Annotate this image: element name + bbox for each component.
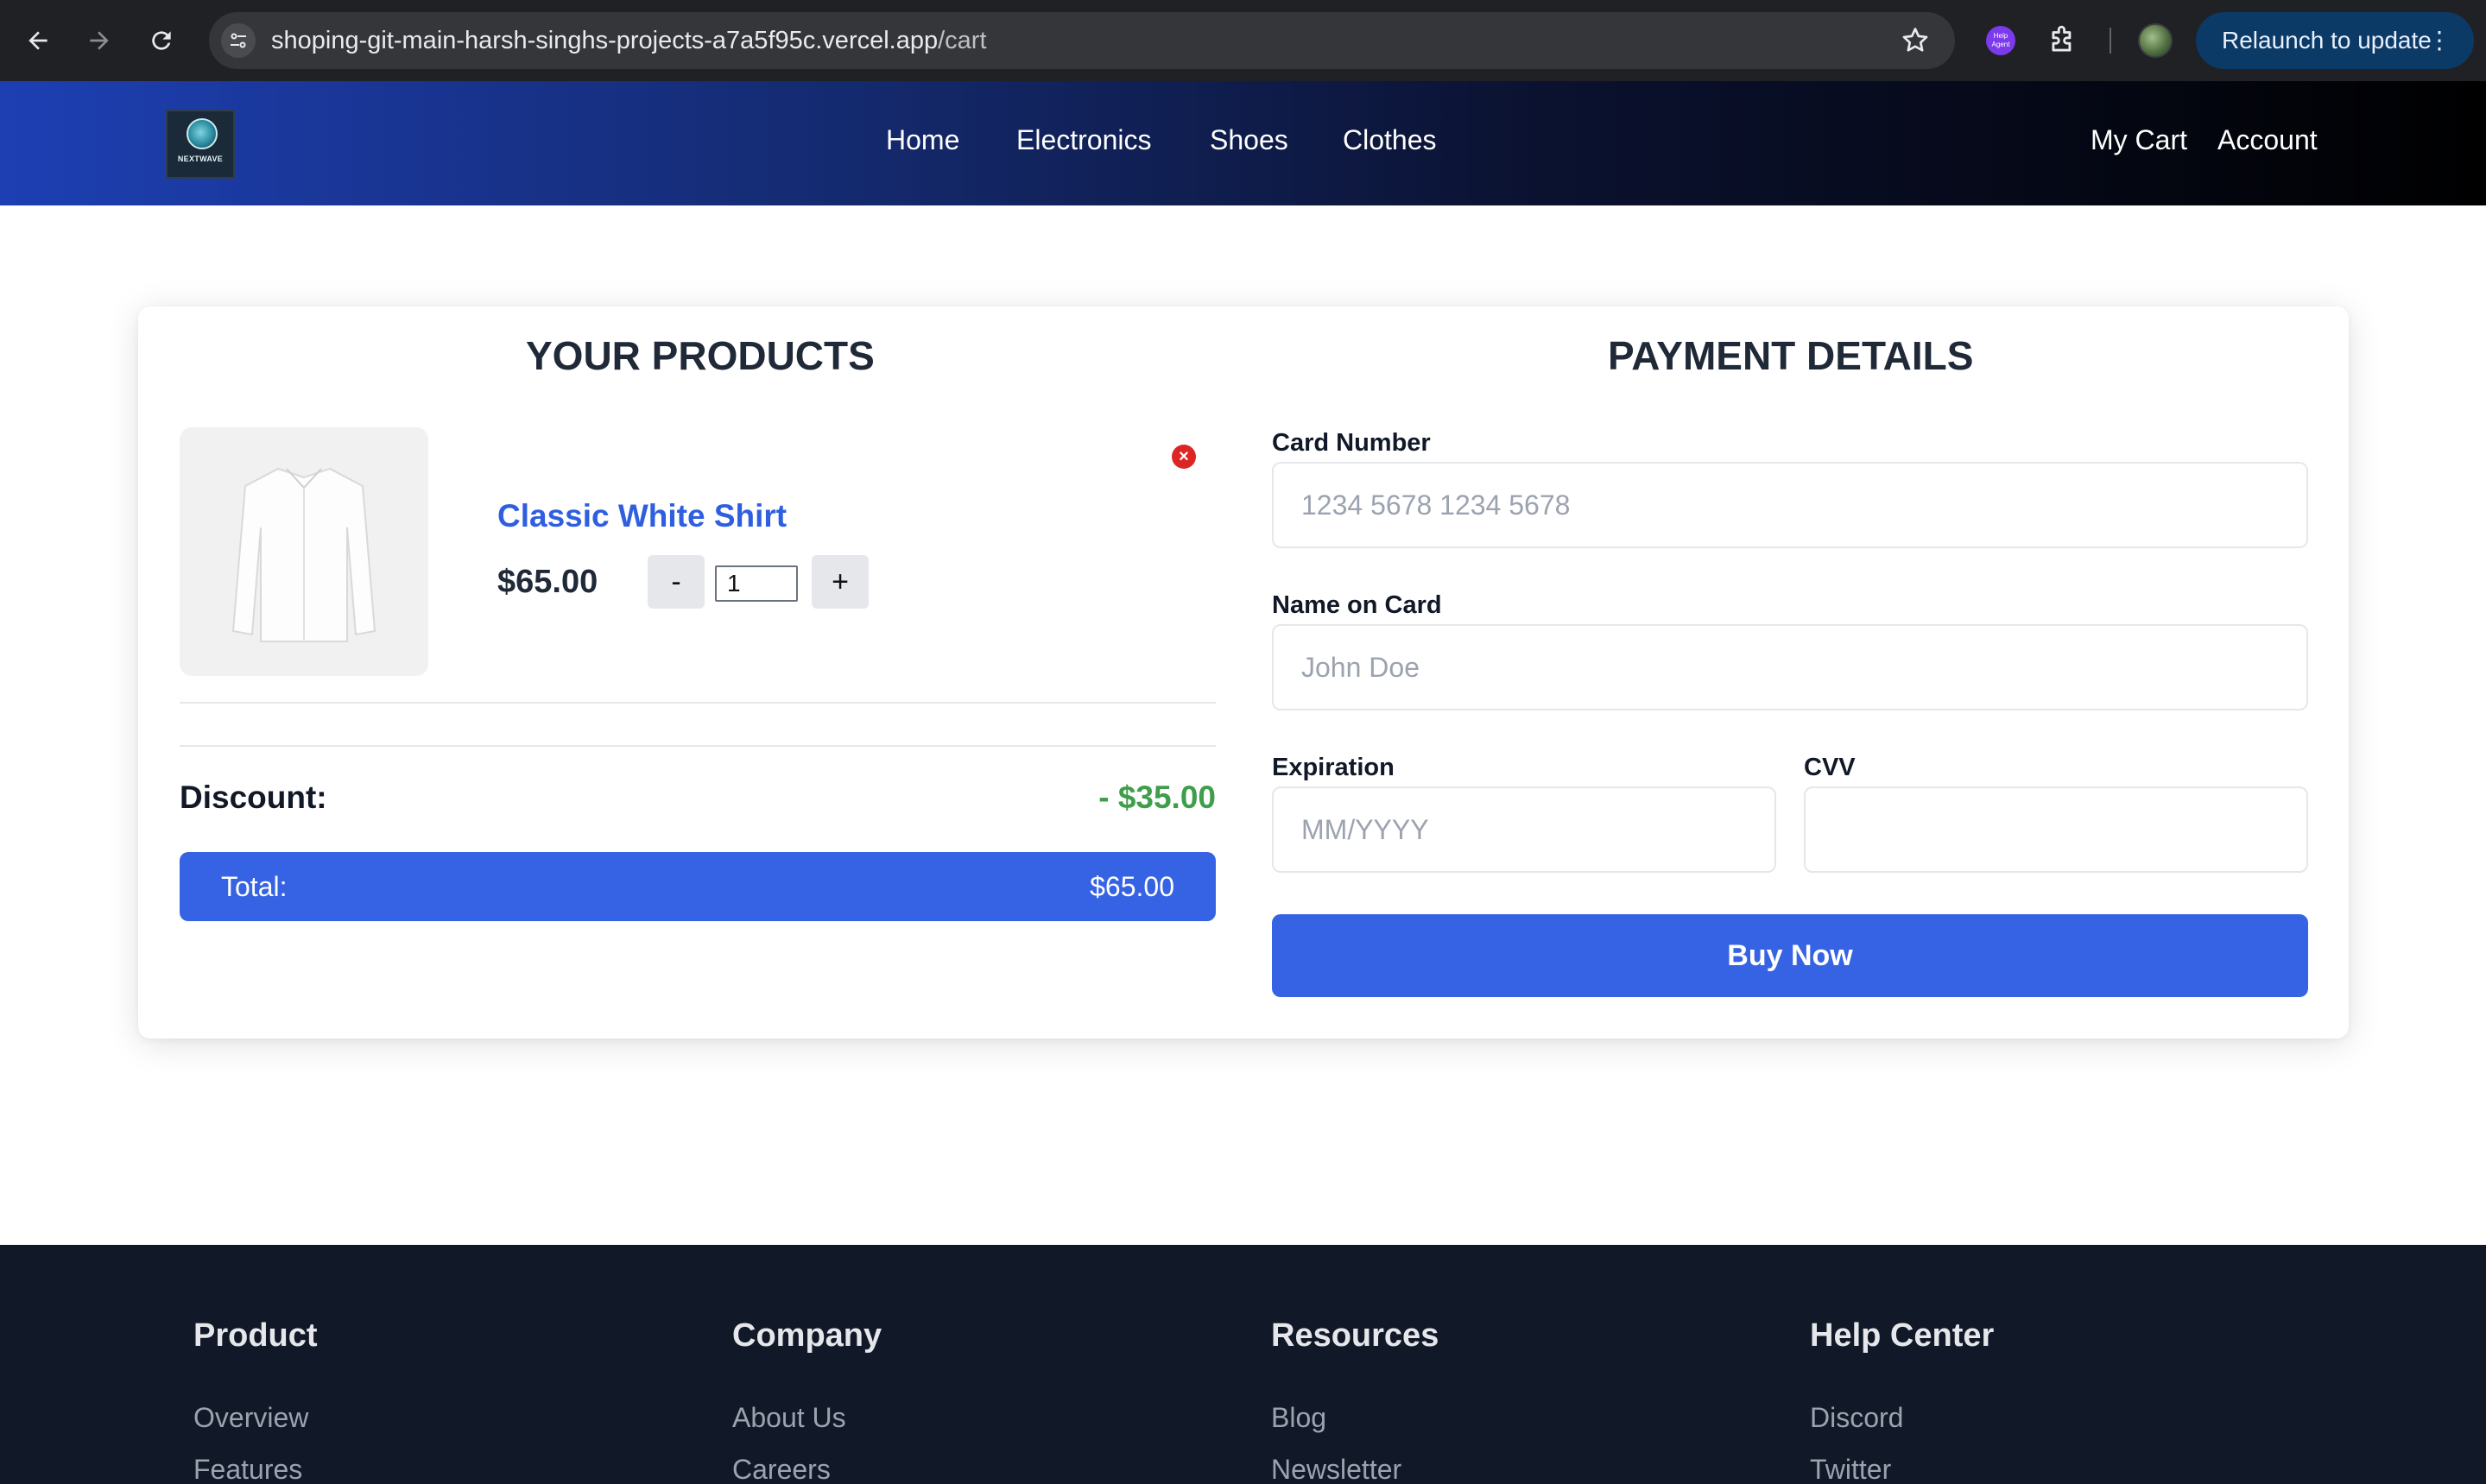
expiration-label: Expiration xyxy=(1272,754,1395,781)
increment-quantity-button[interactable]: + xyxy=(812,555,869,609)
logo-globe-icon xyxy=(187,118,218,149)
buy-now-button[interactable]: Buy Now xyxy=(1272,914,2308,997)
card-number-field[interactable] xyxy=(1272,462,2308,548)
footer-heading: Company xyxy=(732,1317,882,1354)
footer-heading: Product xyxy=(193,1317,318,1354)
url-path: /cart xyxy=(938,27,987,54)
decrement-quantity-button[interactable]: - xyxy=(648,555,705,609)
footer-link[interactable]: Newsletter xyxy=(1271,1454,1401,1484)
profile-avatar[interactable] xyxy=(2138,23,2173,58)
name-on-card-label: Name on Card xyxy=(1272,591,1442,619)
nav-clothes[interactable]: Clothes xyxy=(1343,124,1437,156)
quantity-input[interactable] xyxy=(715,565,798,602)
white-shirt-image xyxy=(231,467,376,642)
total-label: Total: xyxy=(221,871,288,902)
total-value: $65.00 xyxy=(1090,871,1174,902)
cvv-field[interactable] xyxy=(1804,786,2308,873)
nav-electronics[interactable]: Electronics xyxy=(1016,124,1152,156)
site-footer: Product Overview Features Company About … xyxy=(0,1245,2486,1484)
total-bar: Total: $65.00 xyxy=(180,852,1216,921)
discount-value: - $35.00 xyxy=(1098,780,1216,815)
relaunch-label: Relaunch to update xyxy=(2222,27,2432,54)
nav-shoes[interactable]: Shoes xyxy=(1210,124,1288,156)
product-price: $65.00 xyxy=(497,564,598,600)
logo-text: NEXTWAVE xyxy=(177,155,224,163)
ai-extension-label: Help Agent xyxy=(1991,32,2010,48)
footer-heading: Resources xyxy=(1271,1317,1439,1354)
forward-button[interactable] xyxy=(78,19,121,62)
more-vert-icon[interactable]: ⋮ xyxy=(2427,12,2451,69)
cart-card: YOUR PRODUCTS PAYMENT DETAILS × Classic … xyxy=(138,306,2349,1039)
expiration-field[interactable] xyxy=(1272,786,1776,873)
url-host: shoping-git-main-harsh-singhs-projects-a… xyxy=(271,27,939,54)
product-name[interactable]: Classic White Shirt xyxy=(497,498,787,534)
divider xyxy=(180,702,1216,704)
discount-label: Discount: xyxy=(180,780,327,815)
remove-item-icon[interactable]: × xyxy=(1172,445,1196,469)
site-header: NEXTWAVE Home Electronics Shoes Clothes … xyxy=(0,81,2486,205)
my-cart-link[interactable]: My Cart xyxy=(2091,124,2187,156)
product-image xyxy=(180,427,428,676)
footer-link[interactable]: About Us xyxy=(732,1402,846,1434)
arrow-left-icon xyxy=(28,31,47,50)
account-link[interactable]: Account xyxy=(2217,124,2318,156)
site-logo[interactable]: NEXTWAVE xyxy=(166,110,235,179)
footer-link[interactable]: Twitter xyxy=(1810,1454,1891,1484)
site-info-icon[interactable] xyxy=(221,23,256,58)
arrow-right-icon xyxy=(90,31,109,50)
footer-link[interactable]: Blog xyxy=(1271,1402,1326,1434)
divider xyxy=(180,745,1216,747)
toolbar-divider xyxy=(2110,28,2111,54)
back-button[interactable] xyxy=(16,19,60,62)
footer-link[interactable]: Careers xyxy=(732,1454,831,1484)
reload-icon xyxy=(152,31,171,50)
address-bar[interactable]: shoping-git-main-harsh-singhs-projects-a… xyxy=(209,12,1955,69)
name-on-card-field[interactable] xyxy=(1272,624,2308,710)
cvv-label: CVV xyxy=(1804,754,1856,781)
bookmark-star-icon[interactable] xyxy=(1900,25,1931,56)
footer-link[interactable]: Features xyxy=(193,1454,302,1484)
footer-link[interactable]: Overview xyxy=(193,1402,308,1434)
ai-extension-icon[interactable]: Help Agent xyxy=(1986,26,2015,55)
card-number-label: Card Number xyxy=(1272,429,1431,457)
url-text: shoping-git-main-harsh-singhs-projects-a… xyxy=(271,12,987,69)
footer-link[interactable]: Discord xyxy=(1810,1402,1903,1434)
your-products-title: YOUR PRODUCTS xyxy=(526,333,875,378)
browser-toolbar: shoping-git-main-harsh-singhs-projects-a… xyxy=(0,0,2486,81)
extensions-puzzle-icon[interactable] xyxy=(2046,24,2079,57)
payment-details-title: PAYMENT DETAILS xyxy=(1608,333,1974,378)
nav-home[interactable]: Home xyxy=(886,124,959,156)
relaunch-button[interactable]: Relaunch to update ⋮ xyxy=(2196,12,2474,69)
reload-button[interactable] xyxy=(140,19,183,62)
footer-heading: Help Center xyxy=(1810,1317,1995,1354)
